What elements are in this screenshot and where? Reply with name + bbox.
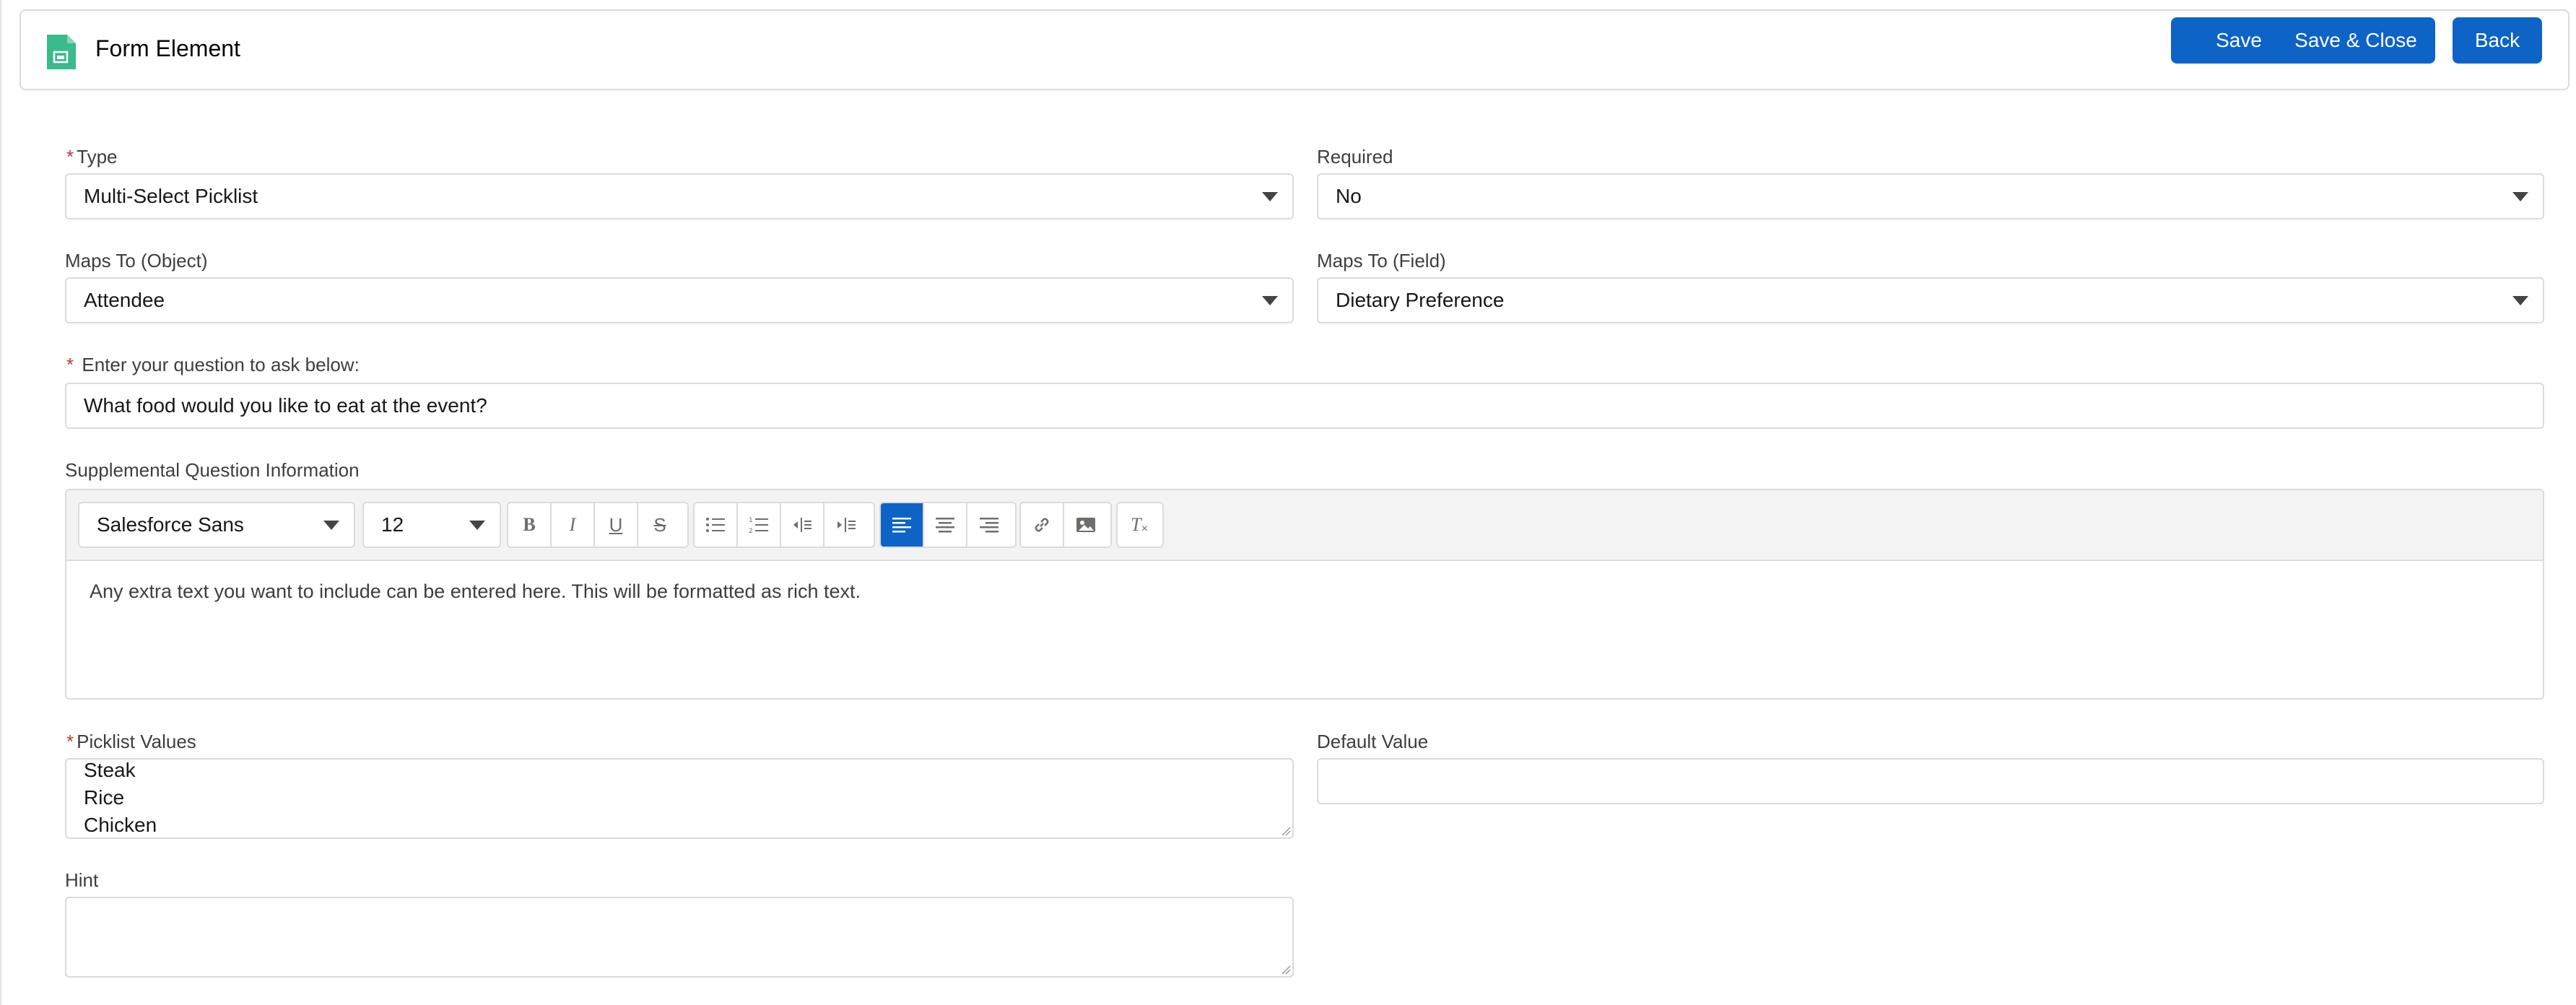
question-label: * Enter your question to ask below: <box>66 354 360 375</box>
question-input[interactable]: What food would you like to eat at the e… <box>65 383 2544 429</box>
form-document-icon <box>47 35 76 69</box>
rich-text-editor: Salesforce Sans 12 B I U S 12 T × Any ex… <box>65 489 2544 700</box>
maps-to-field-value: Dietary Preference <box>1336 289 1505 311</box>
type-select[interactable]: Multi-Select Picklist <box>65 173 1294 219</box>
hint-textarea[interactable] <box>65 897 1294 978</box>
required-label: Required <box>1317 146 1393 168</box>
list-group: 12 <box>693 502 875 548</box>
outdent-icon[interactable] <box>781 503 824 547</box>
back-button[interactable]: Back <box>2453 17 2542 64</box>
clear-group: T × <box>1116 502 1164 548</box>
picklist-value: Rice <box>84 786 125 809</box>
numbered-list-icon[interactable]: 12 <box>738 503 781 547</box>
indent-icon[interactable] <box>824 503 868 547</box>
resize-handle-icon[interactable] <box>1279 825 1291 836</box>
image-icon[interactable] <box>1064 503 1108 547</box>
page-edge-divider <box>0 0 1 1005</box>
chevron-down-icon <box>323 521 339 530</box>
page-title: Form Element <box>95 35 240 61</box>
maps-to-object-label: Maps To (Object) <box>65 250 208 271</box>
save-and-close-button[interactable]: Save & Close <box>2276 17 2435 64</box>
bullet-list-icon[interactable] <box>695 503 738 547</box>
clear-format-icon[interactable]: T × <box>1118 503 1161 547</box>
format-group: B I U S <box>507 502 689 548</box>
strikethrough-icon[interactable]: S <box>638 503 682 547</box>
bold-icon[interactable]: B <box>508 503 552 547</box>
rich-text-toolbar: Salesforce Sans 12 B I U S 12 T × <box>66 490 2543 561</box>
required-mark: * <box>66 354 74 375</box>
picklist-values-label: * Picklist Values <box>66 731 196 752</box>
underline-icon[interactable]: U <box>595 503 638 547</box>
font-size-value: 12 <box>381 513 404 536</box>
align-group <box>879 502 1017 548</box>
hint-value <box>66 898 1292 926</box>
chevron-down-icon <box>2512 296 2528 305</box>
font-family-value: Salesforce Sans <box>97 513 244 536</box>
chevron-down-icon <box>1262 192 1278 201</box>
picklist-value: Steak <box>84 759 136 781</box>
type-select-value: Multi-Select Picklist <box>84 185 258 207</box>
picklist-values-textarea[interactable]: Steak Rice Chicken <box>65 758 1294 839</box>
maps-to-object-value: Attendee <box>84 289 165 311</box>
default-value-label: Default Value <box>1317 731 1429 752</box>
italic-icon[interactable]: I <box>552 503 595 547</box>
font-size-select[interactable]: 12 <box>362 502 501 548</box>
required-mark: * <box>66 146 74 168</box>
required-select-value: No <box>1336 185 1362 207</box>
supplemental-label: Supplemental Question Information <box>65 459 360 481</box>
svg-text:1: 1 <box>749 517 753 524</box>
maps-to-field-select[interactable]: Dietary Preference <box>1317 277 2544 323</box>
type-label: * Type <box>66 146 118 168</box>
maps-to-field-label: Maps To (Field) <box>1317 250 1446 271</box>
resize-handle-icon[interactable] <box>1279 963 1291 975</box>
chevron-down-icon <box>2512 192 2528 201</box>
hint-label: Hint <box>65 869 99 891</box>
insert-group <box>1019 502 1112 548</box>
picklist-value: Chicken <box>84 814 157 836</box>
form-element-page: Form Element Save Save & Close Back * Typ… <box>0 0 2576 1005</box>
chevron-down-icon <box>1262 296 1278 305</box>
rich-text-content[interactable]: Any extra text you want to include can b… <box>90 580 861 603</box>
link-icon[interactable] <box>1021 503 1064 547</box>
required-mark: * <box>66 731 74 752</box>
align-left-icon[interactable] <box>881 503 924 547</box>
align-center-icon[interactable] <box>924 503 967 547</box>
required-select[interactable]: No <box>1317 173 2544 219</box>
font-family-select[interactable]: Salesforce Sans <box>78 502 355 548</box>
maps-to-object-select[interactable]: Attendee <box>65 277 1294 323</box>
align-right-icon[interactable] <box>967 503 1011 547</box>
default-value-input[interactable] <box>1317 758 2544 804</box>
chevron-down-icon <box>469 521 485 530</box>
svg-text:2: 2 <box>749 528 753 534</box>
